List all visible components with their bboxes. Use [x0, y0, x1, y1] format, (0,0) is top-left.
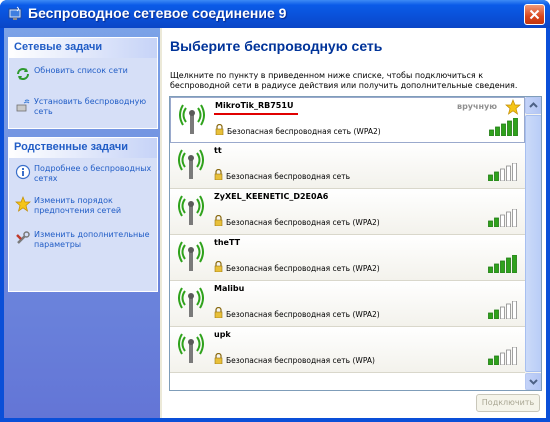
wireless-info-label: Подробнее о беспроводных сетях — [34, 164, 152, 183]
refresh-network-list-label: Обновить список сети — [34, 66, 128, 75]
signal-strength-icon — [488, 347, 517, 365]
network-ssid: theTT — [214, 238, 241, 247]
wireless-network-icon — [8, 6, 22, 20]
close-icon — [529, 9, 540, 20]
arrow-down-icon — [529, 379, 538, 385]
network-security-label: Безопасная беспроводная сеть (WPA2) — [227, 127, 381, 136]
lock-icon — [214, 169, 223, 180]
lock-icon — [214, 353, 223, 364]
network-security-label: Безопасная беспроводная сеть (WPA2) — [226, 310, 380, 319]
scrollbar[interactable] — [525, 97, 541, 390]
change-preferred-order-label: Изменить порядок предпочтения сетей — [34, 196, 122, 215]
network-ssid: MikroTik_RB751U — [215, 101, 294, 110]
arrow-up-icon — [529, 102, 538, 108]
signal-strength-icon — [488, 255, 517, 273]
network-list: MikroTik_RB751U Безопасная беспроводная с… — [169, 96, 542, 391]
signal-strength-icon — [489, 118, 518, 136]
preferred-star-icon — [505, 99, 521, 115]
related-tasks-panel: Родственные задачи Подробнее о беспровод… — [8, 137, 158, 292]
network-ssid: upk — [214, 330, 231, 339]
wireless-antenna-icon — [179, 104, 205, 134]
change-preferred-order-link[interactable]: Изменить порядок предпочтения сетей — [15, 195, 155, 221]
advanced-settings-label: Изменить дополнительные параметры — [34, 230, 150, 249]
lock-icon — [214, 261, 223, 272]
task-sidebar: Сетевые задачи Обновить список сети Уста… — [4, 28, 160, 418]
network-item[interactable]: theTT Безопасная беспроводная сеть (WPA2) — [170, 235, 525, 281]
tools-icon — [16, 231, 30, 244]
wireless-connection-window: Беспроводное сетевое соединение 9 Сетевы… — [0, 0, 550, 422]
network-ssid: Malibu — [214, 284, 245, 293]
connect-button[interactable]: Подключить — [476, 394, 540, 412]
signal-strength-icon — [488, 301, 517, 319]
network-security-label: Безопасная беспроводная сеть (WPA2) — [226, 218, 380, 227]
lock-icon — [214, 215, 223, 226]
wireless-antenna-icon — [178, 195, 204, 225]
setup-network-icon — [16, 99, 30, 112]
close-button[interactable] — [524, 4, 545, 25]
scroll-up-button[interactable] — [525, 97, 541, 114]
network-item[interactable]: upk Безопасная беспроводная сеть (WPA) — [170, 327, 525, 373]
network-item[interactable]: Malibu Безопасная беспроводная сеть (WPA2… — [170, 281, 525, 327]
wireless-antenna-icon — [178, 149, 204, 179]
wireless-antenna-icon — [178, 287, 204, 317]
wireless-antenna-icon — [178, 241, 204, 271]
signal-strength-icon — [488, 163, 517, 181]
network-item[interactable]: ZyXEL_KEENETIC_D2E0A6 Безопасная беспрово… — [170, 189, 525, 235]
network-ssid: ZyXEL_KEENETIC_D2E0A6 — [214, 192, 329, 201]
main-panel: Выберите беспроводную сеть Щелкните по п… — [162, 28, 546, 418]
signal-strength-icon — [488, 209, 517, 227]
advanced-settings-link[interactable]: Изменить дополнительные параметры — [15, 229, 155, 255]
network-security-label: Безопасная беспроводная сеть — [226, 172, 351, 181]
title-bar[interactable]: Беспроводное сетевое соединение 9 — [0, 0, 550, 28]
star-icon — [15, 196, 31, 212]
setup-wireless-network-link[interactable]: Установить беспроводную сеть — [15, 96, 155, 122]
network-tasks-panel: Сетевые задачи Обновить список сети Уста… — [8, 37, 158, 129]
network-item[interactable]: tt Безопасная беспроводная сеть — [170, 143, 525, 189]
scroll-down-button[interactable] — [525, 373, 541, 390]
window-client-area: Сетевые задачи Обновить список сети Уста… — [4, 28, 546, 418]
network-security-label: Безопасная беспроводная сеть (WPA) — [226, 356, 375, 365]
network-security-label: Безопасная беспроводная сеть (WPA2) — [226, 264, 380, 273]
info-icon — [15, 164, 31, 180]
instructions-text: Щелкните по пункту в приведенном ниже сп… — [170, 71, 518, 90]
scroll-thumb[interactable] — [525, 115, 541, 372]
wireless-info-link[interactable]: Подробнее о беспроводных сетях — [15, 163, 155, 189]
manual-connection-label: вручную — [457, 102, 498, 111]
ssid-highlight-underline — [214, 113, 298, 115]
page-title: Выберите беспроводную сеть — [170, 38, 383, 54]
refresh-icon — [17, 68, 29, 80]
lock-icon — [215, 124, 224, 135]
network-item[interactable]: MikroTik_RB751U Безопасная беспроводная с… — [170, 97, 525, 143]
refresh-network-list-link[interactable]: Обновить список сети — [15, 65, 155, 91]
setup-wireless-network-label: Установить беспроводную сеть — [34, 97, 147, 116]
related-tasks-header[interactable]: Родственные задачи — [9, 138, 157, 158]
lock-icon — [214, 307, 223, 318]
network-tasks-header[interactable]: Сетевые задачи — [9, 38, 157, 58]
network-ssid: tt — [214, 146, 222, 155]
window-title: Беспроводное сетевое соединение 9 — [28, 5, 287, 21]
wireless-antenna-icon — [178, 333, 204, 363]
